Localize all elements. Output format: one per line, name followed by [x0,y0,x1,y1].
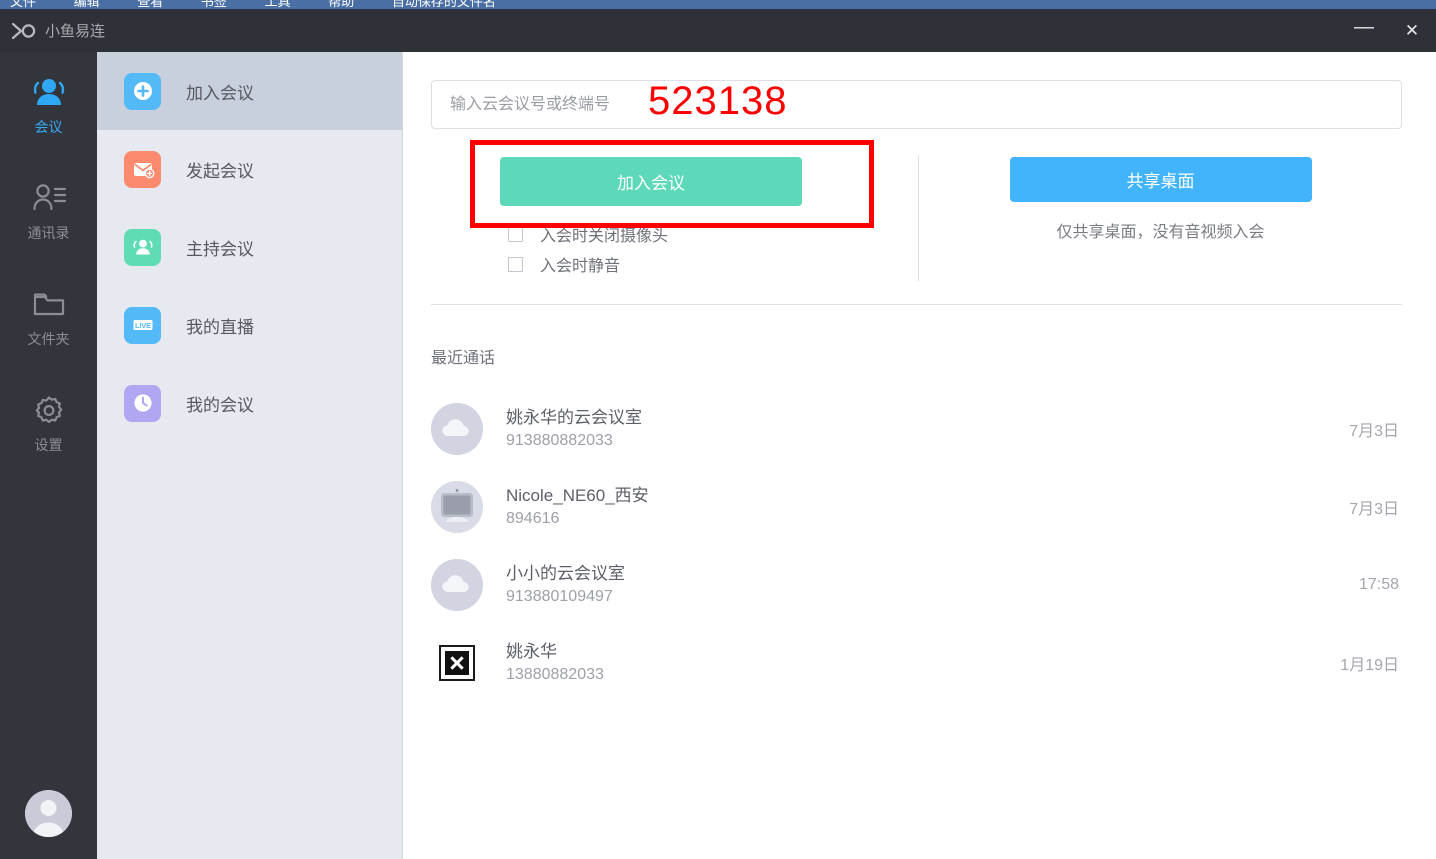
contacts-icon [30,180,68,216]
share-desktop-button[interactable]: 共享桌面 [1010,157,1312,202]
bg-menu-item: 查看 [137,0,163,9]
menu-label-my-live: 我的直播 [186,313,254,338]
call-time: 7月3日 [1349,495,1402,519]
my-meetings-icon-tile [124,385,161,422]
rail-item-contacts[interactable]: 通讯录 [0,158,97,264]
cloud-room-avatar-icon [431,559,483,611]
recent-call-row[interactable]: Nicole_NE60_西安 894616 7月3日 [431,468,1402,546]
menu-label-host-meeting: 主持会议 [186,235,254,260]
rail-label-meetings: 会议 [35,117,63,137]
call-info: 姚永华的云会议室 913880882033 [506,407,1349,452]
minimize-icon: — [1354,17,1374,37]
checkbox-disable-camera[interactable] [508,227,523,242]
rail-label-contacts: 通讯录 [28,223,70,243]
close-icon: ✕ [1405,22,1419,39]
left-rail: 会议 通讯录 文件夹 设置 [0,52,97,859]
call-number: 13880882033 [506,664,1340,686]
label-mute-on-join: 入会时静音 [540,252,620,276]
call-info: 小小的云会议室 913880109497 [506,563,1359,608]
mail-plus-icon [131,157,155,181]
menu-item-host-meeting[interactable]: 主持会议 [97,208,402,286]
background-window-menubar: 文件 编辑 查看 书签 工具 帮助 自动保存的文件名 [0,0,1436,9]
share-desktop-note: 仅共享桌面，没有音视频入会 [1008,218,1313,242]
call-time: 17:58 [1359,576,1402,594]
vertical-divider [918,155,919,281]
call-info: Nicole_NE60_西安 894616 [506,485,1349,530]
checkbox-mute-on-join[interactable] [508,257,523,272]
app-title: 小鱼易连 [45,20,105,41]
recent-call-row[interactable]: 姚永华 13880882033 1月19日 [431,624,1402,702]
menu-item-my-live[interactable]: LIVE 我的直播 [97,286,402,364]
recent-calls-title: 最近通话 [431,344,495,368]
titlebar: 小鱼易连 — ✕ [0,9,1436,52]
user-avatar-icon [25,790,72,837]
menu-label-start-meeting: 发起会议 [186,157,254,182]
call-number: 913880882033 [506,430,1349,452]
join-meeting-section: 加入会议 入会时关闭摄像头 入会时静音 [500,157,860,279]
option-mute-on-join[interactable]: 入会时静音 [508,249,860,279]
join-meeting-button[interactable]: 加入会议 [500,157,802,206]
clock-icon [131,391,155,415]
app-window: 文件 编辑 查看 书签 工具 帮助 自动保存的文件名 小鱼易连 — ✕ [0,0,1436,859]
join-options: 入会时关闭摄像头 入会时静音 [500,219,860,279]
broken-image-icon [439,645,475,681]
live-badge-icon: LIVE [130,312,156,338]
join-meeting-icon-tile [124,73,161,110]
window-controls: — ✕ [1340,9,1436,52]
rail-label-folder: 文件夹 [28,329,70,349]
recent-calls-list: 姚永华的云会议室 913880882033 7月3日 [431,390,1402,702]
call-name: 姚永华的云会议室 [506,407,1349,430]
call-number: 913880109497 [506,586,1359,608]
meeting-number-input[interactable] [431,80,1402,129]
terminal-device-avatar-icon [431,481,483,533]
share-desktop-section: 共享桌面 仅共享桌面，没有音视频入会 [1008,157,1313,242]
meeting-menu-list: 加入会议 发起会议 主持会议 [97,52,403,859]
bg-menu-item: 书签 [201,0,227,9]
plus-circle-icon [131,79,155,103]
cloud-room-avatar-icon [431,403,483,455]
menu-item-join-meeting[interactable]: 加入会议 [97,52,402,130]
call-number: 894616 [506,508,1349,530]
horizontal-divider [431,304,1402,305]
broken-image-x-glyph [445,651,469,675]
call-info: 姚永华 13880882033 [506,641,1340,686]
option-disable-camera[interactable]: 入会时关闭摄像头 [508,219,860,249]
rail-item-folder[interactable]: 文件夹 [0,264,97,370]
rail-item-meetings[interactable]: 会议 [0,52,97,158]
call-name: 姚永华 [506,641,1340,664]
main-panel: 523138 加入会议 入会时关闭摄像头 入会时静音 共享桌面 仅共享桌面，没有… [403,52,1436,859]
call-time: 1月19日 [1340,651,1402,675]
bg-menu-item: 编辑 [74,0,100,9]
menu-label-join-meeting: 加入会议 [186,79,254,104]
rail-item-settings[interactable]: 设置 [0,370,97,476]
minimize-button[interactable]: — [1340,9,1388,52]
recent-call-row[interactable]: 小小的云会议室 913880109497 17:58 [431,546,1402,624]
call-name: 小小的云会议室 [506,563,1359,586]
label-disable-camera: 入会时关闭摄像头 [540,222,668,246]
my-live-icon-tile: LIVE [124,307,161,344]
close-button[interactable]: ✕ [1388,9,1436,52]
rail-label-settings: 设置 [35,435,63,455]
recent-call-row[interactable]: 姚永华的云会议室 913880882033 7月3日 [431,390,1402,468]
group-people-icon [30,74,68,110]
menu-item-start-meeting[interactable]: 发起会议 [97,130,402,208]
app-logo-area: 小鱼易连 [12,20,105,41]
start-meeting-icon-tile [124,151,161,188]
call-name: Nicole_NE60_西安 [506,485,1349,508]
gear-icon [30,392,68,428]
background-menu-text: 文件 编辑 查看 书签 工具 帮助 自动保存的文件名 [10,0,530,9]
call-time: 7月3日 [1349,417,1402,441]
host-people-icon [131,235,155,259]
menu-label-my-meetings: 我的会议 [186,391,254,416]
host-meeting-icon-tile [124,229,161,266]
svg-text:LIVE: LIVE [135,321,151,330]
bg-menu-extra: 自动保存的文件名 [392,0,496,9]
folder-icon [30,286,68,322]
user-avatar[interactable] [25,790,72,837]
bg-menu-item: 文件 [10,0,36,9]
xylink-logo-icon [12,21,36,41]
menu-item-my-meetings[interactable]: 我的会议 [97,364,402,442]
bg-menu-item: 帮助 [328,0,354,9]
bg-menu-item: 工具 [265,0,291,9]
